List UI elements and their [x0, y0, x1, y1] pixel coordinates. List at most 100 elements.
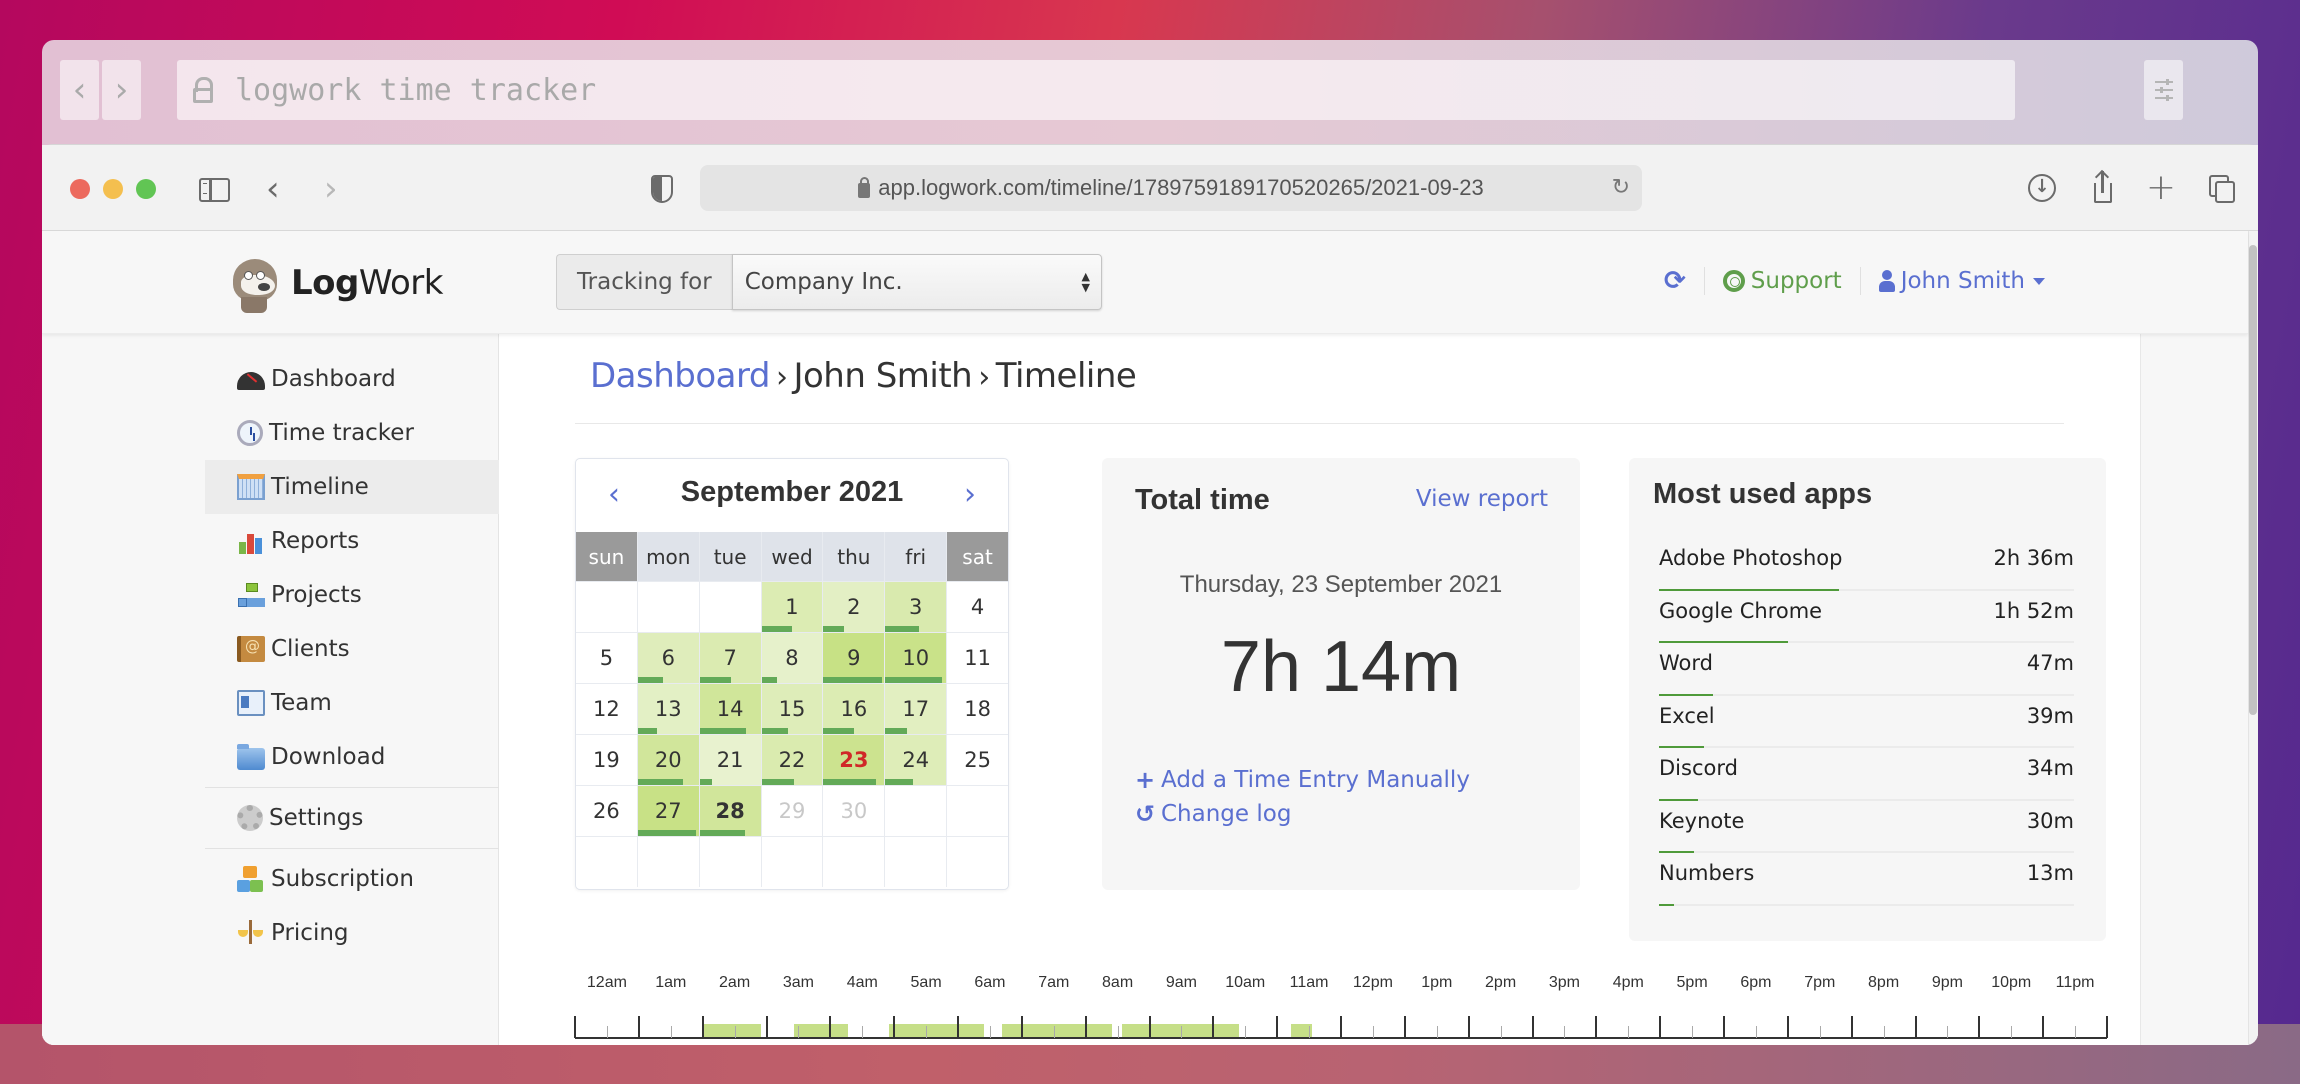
- change-log-link[interactable]: ↺ Change log: [1135, 797, 1470, 831]
- half-hour-tick: [989, 1026, 991, 1038]
- calendar-empty-cell: [947, 837, 1008, 887]
- company-select[interactable]: Company Inc. ▲ ▼: [731, 254, 1102, 310]
- calendar-day[interactable]: 2: [823, 582, 885, 632]
- bar-chart-icon: [237, 528, 265, 554]
- activity-segment[interactable]: [794, 1024, 849, 1037]
- calendar-day[interactable]: 3: [885, 582, 947, 632]
- app-name: Keynote: [1659, 808, 1745, 833]
- sidebar-item-clients[interactable]: Clients: [205, 622, 499, 676]
- app-name: Word: [1659, 651, 1713, 675]
- tab-overview-front: [2215, 181, 2235, 203]
- day-activity-bar: [823, 728, 854, 734]
- calendar-day[interactable]: 10: [885, 633, 947, 683]
- activity-segment[interactable]: [1121, 1024, 1239, 1037]
- sidebar-item-time-tracker[interactable]: Time tracker: [205, 406, 499, 460]
- hour-tick: [1020, 1016, 1023, 1038]
- activity-segment[interactable]: [1001, 1024, 1113, 1037]
- calendar-day[interactable]: 18: [947, 684, 1008, 734]
- reload-icon[interactable]: ↻: [1612, 174, 1630, 200]
- calendar-day[interactable]: 16: [823, 684, 885, 734]
- calendar-day[interactable]: 24: [885, 735, 947, 785]
- next-month-button[interactable]: ›: [964, 477, 976, 512]
- calendar-day[interactable]: 27: [637, 786, 699, 836]
- calendar-day[interactable]: 1: [761, 582, 823, 632]
- privacy-shield-icon[interactable]: [651, 175, 673, 203]
- calendar-day[interactable]: 17: [885, 684, 947, 734]
- user-menu[interactable]: John Smith: [1878, 268, 2045, 294]
- calendar-day[interactable]: 30: [823, 786, 885, 836]
- calendar-day[interactable]: 8: [761, 633, 823, 683]
- sidebar-item-download[interactable]: Download: [205, 730, 499, 784]
- clock-icon: [237, 420, 263, 446]
- hour-tick: [2106, 1016, 2108, 1038]
- sidebar-item-projects[interactable]: Projects: [205, 568, 499, 622]
- close-window-button[interactable]: [70, 179, 90, 199]
- day-activity-bar: [761, 728, 789, 734]
- new-tab-icon[interactable]: +: [2144, 170, 2178, 206]
- sidebar-item-label: Reports: [271, 528, 360, 554]
- activity-segment[interactable]: [888, 1024, 984, 1037]
- address-bar[interactable]: app.logwork.com/timeline/178975918917052…: [700, 165, 1642, 211]
- hour-tick: [1914, 1016, 1917, 1038]
- browser-forward-button[interactable]: ›: [324, 169, 338, 209]
- add-time-entry-link[interactable]: + Add a Time Entry Manually: [1135, 763, 1470, 797]
- calendar-day[interactable]: 25: [947, 735, 1008, 785]
- support-link[interactable]: Support: [1722, 268, 1842, 294]
- activity-segment[interactable]: [702, 1024, 762, 1037]
- calendar-day[interactable]: 7: [699, 633, 761, 683]
- calendar-day[interactable]: 19: [576, 735, 637, 785]
- weekday-header: sun: [576, 532, 637, 581]
- logwork-logo[interactable]: LogWork: [227, 251, 443, 315]
- calendar-day[interactable]: 6: [637, 633, 699, 683]
- sidebar-item-label: Time tracker: [269, 420, 414, 446]
- calendar-day[interactable]: 12: [576, 684, 637, 734]
- calendar-day[interactable]: 5: [576, 633, 637, 683]
- calendar-day[interactable]: 26: [576, 786, 637, 836]
- sidebar-item-pricing[interactable]: Pricing: [205, 906, 499, 960]
- calendar-day[interactable]: 11: [947, 633, 1008, 683]
- sidebar-item-team[interactable]: Team: [205, 676, 499, 730]
- hour-tick: [1084, 1016, 1087, 1038]
- page-scrollbar[interactable]: [2248, 231, 2258, 1045]
- calendar-day[interactable]: 13: [637, 684, 699, 734]
- hour-label: 11am: [1289, 974, 1329, 991]
- outer-back-button[interactable]: ‹: [60, 60, 99, 120]
- sidebar-item-dashboard[interactable]: Dashboard: [205, 352, 499, 406]
- zoom-window-button[interactable]: [136, 179, 156, 199]
- sidebar-toggle-icon[interactable]: [199, 178, 230, 202]
- hour-label: 8pm: [1868, 974, 1900, 991]
- calendar-day[interactable]: 9: [823, 633, 885, 683]
- outer-forward-button[interactable]: ›: [102, 60, 141, 120]
- sidebar-item-subscription[interactable]: Subscription: [205, 852, 499, 906]
- view-report-link[interactable]: View report: [1416, 486, 1548, 512]
- calendar-day[interactable]: 28: [699, 786, 761, 836]
- calendar-day[interactable]: 21: [699, 735, 761, 785]
- hour-label: 10am: [1225, 974, 1266, 991]
- minimize-window-button[interactable]: [103, 179, 123, 199]
- sliders-button[interactable]: [2144, 60, 2183, 120]
- hour-tick: [637, 1016, 640, 1038]
- share-icon[interactable]: [2086, 171, 2120, 205]
- calendar-day[interactable]: 20: [637, 735, 699, 785]
- sidebar-item-label: Dashboard: [271, 366, 396, 392]
- gear-icon: [237, 805, 263, 831]
- sync-icon[interactable]: ⟳: [1664, 266, 1686, 296]
- calendar-day[interactable]: 14: [699, 684, 761, 734]
- sidebar-item-timeline[interactable]: Timeline: [205, 460, 499, 514]
- calendar-day[interactable]: 15: [761, 684, 823, 734]
- sidebar-item-settings[interactable]: Settings: [205, 791, 499, 845]
- calendar-day[interactable]: 4: [947, 582, 1008, 632]
- breadcrumb-dashboard[interactable]: Dashboard: [590, 356, 770, 396]
- calendar-day[interactable]: 23: [823, 735, 885, 785]
- scrollbar-thumb[interactable]: [2249, 245, 2257, 715]
- downloads-icon[interactable]: ↓: [2028, 174, 2056, 202]
- dashboard-gauge-icon: [237, 372, 265, 390]
- outer-search-field[interactable]: logwork time tracker: [177, 60, 2015, 120]
- calendar-day[interactable]: 29: [761, 786, 823, 836]
- total-time-title: Total time: [1135, 484, 1270, 516]
- tab-overview-icon[interactable]: [2204, 171, 2238, 205]
- app-time: 1h 52m: [1993, 598, 2074, 623]
- browser-back-button[interactable]: ‹: [266, 169, 280, 209]
- sidebar-item-reports[interactable]: Reports: [205, 514, 499, 568]
- calendar-day[interactable]: 22: [761, 735, 823, 785]
